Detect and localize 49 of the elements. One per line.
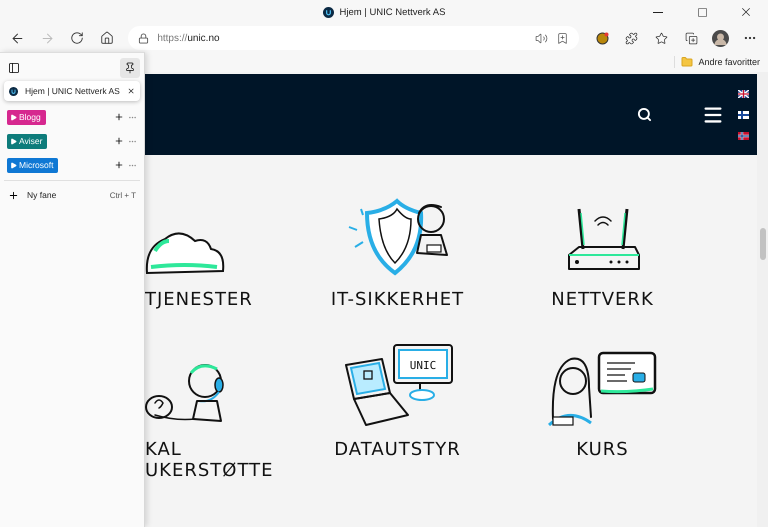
copy-plus-icon: [684, 32, 698, 44]
speaker-icon[interactable]: [534, 32, 548, 44]
folder-label: Andre favoritter: [698, 57, 760, 67]
service-title[interactable]: KURS: [576, 439, 629, 460]
service-title[interactable]: NETTVERK: [551, 289, 654, 310]
triangle-icon: [10, 162, 17, 168]
forward-arrow-icon: [40, 30, 55, 46]
favicon-icon: [322, 6, 334, 18]
panel-icon[interactable]: [8, 62, 20, 74]
close-tab-icon[interactable]: [126, 86, 135, 96]
service-title[interactable]: UKERSTØTTE: [145, 460, 274, 481]
search-icon[interactable]: [637, 107, 652, 122]
address-field[interactable]: https://unic.no: [128, 26, 579, 50]
home-icon: [100, 31, 114, 45]
window-title: Hjem | UNIC Nettverk AS: [340, 6, 446, 18]
scroll-thumb[interactable]: [760, 228, 766, 260]
extension-icon: [596, 32, 609, 44]
add-icon[interactable]: [114, 160, 124, 170]
service-title[interactable]: TJENESTER: [145, 289, 253, 310]
service-title[interactable]: KAL: [145, 439, 182, 460]
favorites-folder[interactable]: Andre favoritter: [674, 56, 760, 68]
plus-icon: [8, 190, 19, 200]
triangle-icon: [10, 138, 17, 144]
service-title[interactable]: IT-SIKKERHET: [330, 289, 464, 310]
browser-tab[interactable]: Hjem | UNIC Nettverk AS: [4, 81, 140, 101]
star-icon: [655, 32, 668, 44]
monitor-text: UNIC: [409, 359, 436, 372]
puzzle-icon: [625, 32, 638, 44]
pin-icon: [124, 62, 136, 74]
lock-icon: [138, 32, 150, 44]
flag-icon[interactable]: [738, 90, 749, 98]
flag-icon[interactable]: [738, 132, 749, 140]
service-title[interactable]: DATAUTSTYR: [334, 439, 461, 460]
tab-group[interactable]: Aviser: [7, 134, 48, 148]
tab-group[interactable]: Blogg: [7, 110, 46, 124]
folder-icon: [681, 56, 694, 68]
avatar-icon: [712, 30, 730, 46]
triangle-icon: [10, 114, 17, 120]
add-icon[interactable]: [114, 136, 124, 146]
refresh-icon: [70, 31, 84, 45]
add-icon[interactable]: [114, 112, 124, 122]
back-arrow-icon: [10, 30, 26, 46]
pin-button[interactable]: [120, 58, 140, 78]
bookmark-plus-icon[interactable]: [556, 32, 569, 44]
tab-group[interactable]: Microsoft: [7, 158, 58, 172]
maximize-icon: [696, 6, 708, 18]
new-tab-button[interactable]: Ny fane Ctrl + T: [4, 184, 140, 206]
flag-icon[interactable]: [738, 110, 749, 118]
favicon-icon: [9, 86, 18, 96]
